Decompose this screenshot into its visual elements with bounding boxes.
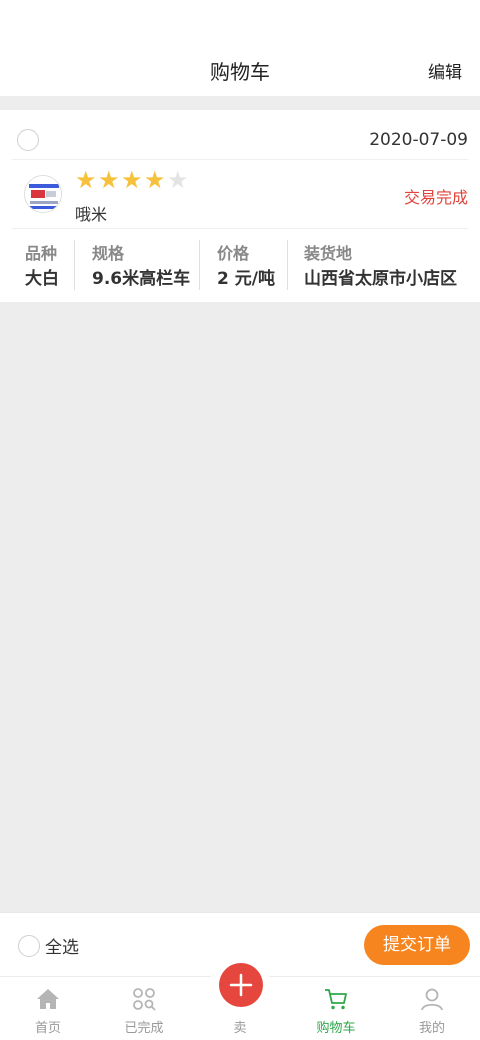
order-status: 交易完成: [403, 188, 468, 207]
detail-value: 山西省太原市小店区: [304, 269, 457, 289]
star-filled-icon: ★: [75, 166, 97, 194]
page-title: 购物车: [210, 60, 270, 84]
detail-label: 规格: [92, 244, 125, 263]
star-filled-icon: ★: [121, 166, 143, 194]
rating-stars: ★ ★ ★ ★ ★: [75, 167, 190, 193]
detail-value: 2 元/吨: [217, 269, 275, 289]
cart-icon: [325, 989, 347, 1010]
tab-label: 我的: [418, 1021, 445, 1036]
detail-label: 品种: [25, 244, 58, 263]
detail-divider: [287, 240, 288, 290]
star-filled-icon: ★: [98, 166, 120, 194]
select-all-radio[interactable]: [18, 935, 40, 957]
submit-order-button[interactable]: 提交订单: [364, 925, 470, 965]
home-icon: [37, 989, 59, 1009]
detail-spec: 规格 9.6米高栏车: [92, 242, 190, 290]
detail-variety: 品种 大白: [25, 242, 59, 290]
tab-mine[interactable]: 我的: [384, 977, 480, 1040]
edit-button[interactable]: 编辑: [428, 58, 462, 83]
detail-price: 价格 2 元/吨: [217, 242, 275, 290]
star-empty-icon: ★: [167, 166, 189, 194]
tab-label: 卖: [233, 1021, 247, 1036]
tab-cart[interactable]: 购物车: [288, 977, 384, 1040]
tab-label: 首页: [34, 1021, 61, 1036]
detail-label: 装货地: [304, 244, 353, 263]
detail-divider: [74, 240, 75, 290]
select-all-label[interactable]: 全选: [45, 933, 79, 958]
star-filled-icon: ★: [144, 166, 166, 194]
order-seller-row[interactable]: ★ ★ ★ ★ ★ 哦米 交易完成: [12, 161, 468, 229]
seller-avatar: [24, 175, 62, 213]
tab-home[interactable]: 首页: [0, 977, 96, 1040]
seller-name: 哦米: [75, 205, 108, 224]
tab-label: 已完成: [124, 1021, 164, 1036]
user-icon: [421, 988, 443, 1011]
order-card-header: 2020-07-09: [12, 110, 468, 160]
tab-completed[interactable]: 已完成: [96, 977, 192, 1040]
grid-search-icon: [133, 988, 156, 1011]
detail-label: 价格: [217, 244, 250, 263]
order-select-radio[interactable]: [17, 129, 39, 151]
order-card: 2020-07-09 ★ ★ ★ ★ ★ 哦米 交易完成 品种 大白 规格 9.…: [0, 110, 480, 302]
detail-divider: [199, 240, 200, 290]
detail-value: 9.6米高栏车: [92, 269, 191, 289]
order-details: 品种 大白 规格 9.6米高栏车 价格 2 元/吨 装货地 山西省太原市小店区: [12, 230, 468, 302]
tab-label: 购物车: [316, 1021, 356, 1036]
detail-loading-place: 装货地 山西省太原市小店区: [304, 242, 457, 290]
plus-icon: [229, 973, 253, 997]
sell-button[interactable]: [219, 963, 263, 1007]
top-header: 购物车 编辑: [0, 0, 480, 96]
order-date: 2020-07-09: [369, 130, 468, 150]
detail-value: 大白: [25, 269, 59, 289]
